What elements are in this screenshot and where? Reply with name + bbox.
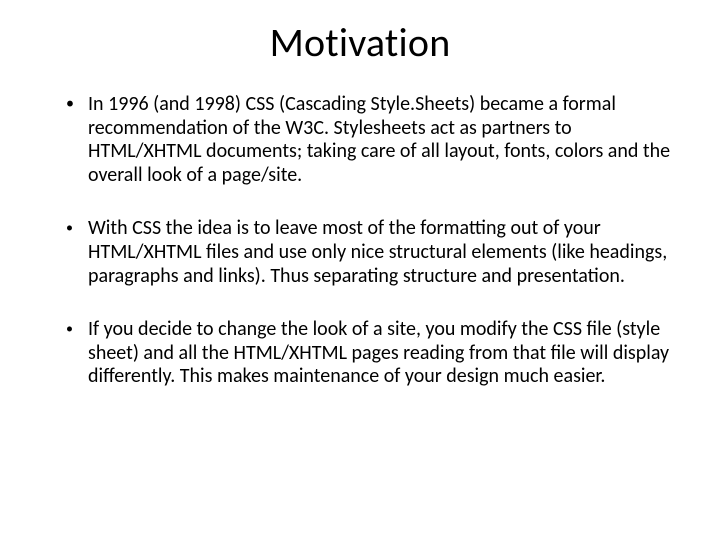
slide: Motivation In 1996 (and 1998) CSS (Casca… <box>0 0 720 540</box>
list-item: In 1996 (and 1998) CSS (Cascading Style.… <box>66 93 672 187</box>
bullet-list: In 1996 (and 1998) CSS (Cascading Style.… <box>48 93 672 389</box>
list-item: If you decide to change the look of a si… <box>66 318 672 389</box>
slide-title: Motivation <box>48 18 672 67</box>
list-item: With CSS the idea is to leave most of th… <box>66 217 672 288</box>
